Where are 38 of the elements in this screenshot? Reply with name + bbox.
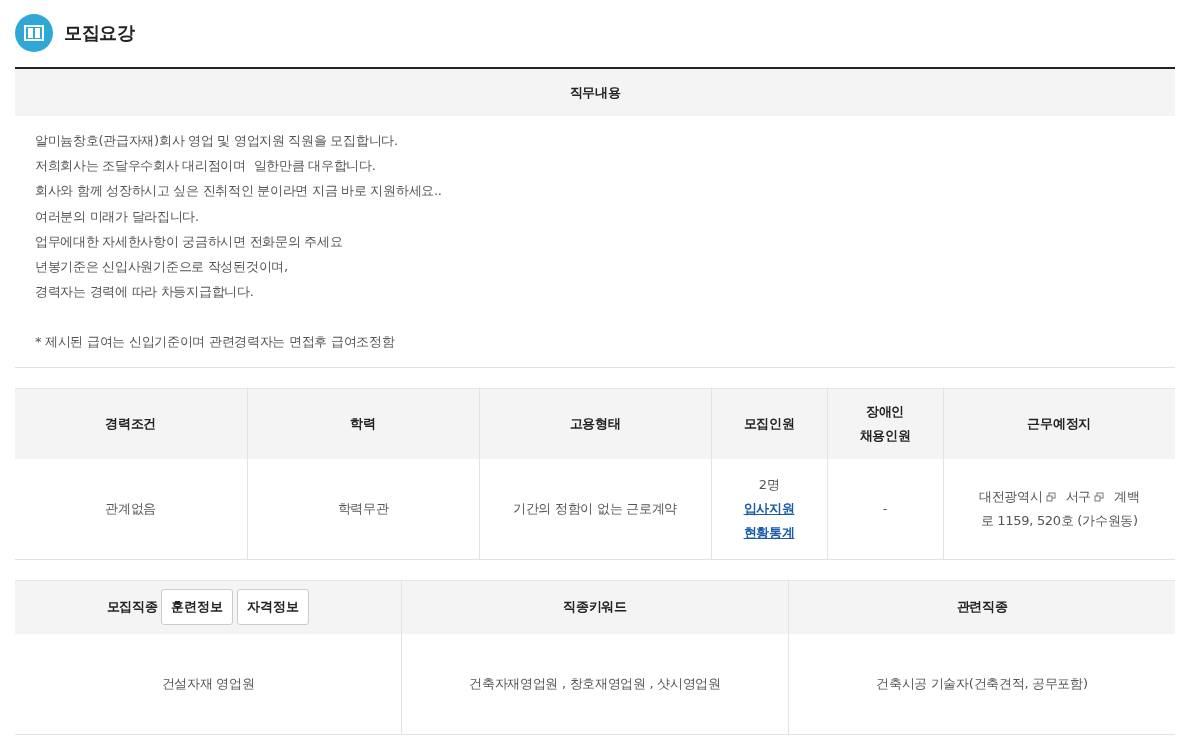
location-link[interactable]: 대전광역시 (979, 488, 1043, 504)
address-text: 계백 (1114, 488, 1140, 504)
location-link[interactable]: 서구 (1065, 488, 1091, 504)
description-text: 업무에대한 자세한사항이 궁금하시면 전화문의 주세요 (35, 232, 344, 251)
description-text: 알미늄창호(관급자재)회사 영업 및 영업지원 직원을 모집합니다. (35, 132, 399, 150)
address-text: 로 1159, 520호 (가수원동) (980, 512, 1138, 528)
table-cell: 건축자재영업원 , 창호재영업원 , 샷시영업원 (401, 633, 789, 735)
column-header: 관련직종 (956, 599, 1008, 615)
table-cell: 관계없음 (15, 458, 247, 560)
column-header: 장애인 (864, 402, 906, 421)
column-header: 직종키워드 (563, 599, 627, 615)
book-icon (15, 14, 53, 52)
description-text: 경력자는 경력에 따라 차등지급합니다. (35, 283, 255, 302)
column-header: 고용형태 (479, 388, 711, 459)
column-header: 채용인원 (858, 426, 912, 445)
info-button[interactable]: 훈련정보 (161, 589, 234, 626)
info-button[interactable]: 자격정보 (237, 589, 310, 626)
table-cell: 학력무관 (247, 458, 479, 560)
description-text: 년봉기준은 신입사원기준으로 작성된것이며, (35, 258, 289, 276)
description-text: 회사와 함께 성장하시고 싶은 진취적인 분이라면 지금 바로 지원하세요.. (35, 182, 443, 201)
table-cell: 건축시공 기술자(건축견적, 공무포함) (788, 633, 1175, 735)
table-cell: 기간의 정함이 없는 근로계약 (479, 458, 711, 560)
section-title: 모집요강 (64, 21, 135, 45)
headcount-text: 2명 (757, 475, 781, 494)
table-cell: - (827, 458, 943, 560)
table-cell: 건설자재 영업원 (15, 633, 402, 735)
note-text: * 제시된 급여는 신입기준이며 관련경력자는 면접후 급여조정함 (35, 333, 396, 352)
column-header: 경력조건 (15, 388, 247, 459)
external-link-icon (1045, 491, 1056, 502)
description-text: 저희회사는 조달우수회사 대리점이며 일한만큼 대우합니다. (35, 157, 377, 176)
external-link-icon (1094, 491, 1104, 502)
table-header: 직무내용 (15, 69, 1175, 116)
column-header: 근무예정지 (943, 388, 1175, 459)
description-text: 여러분의 미래가 달라집니다. (35, 207, 200, 226)
column-header: 학력 (247, 388, 479, 459)
application-stats-link[interactable]: 입사지원 현황통계 (736, 496, 802, 545)
column-header: 모집인원 (711, 388, 827, 459)
column-header: 모집직종 (106, 599, 158, 615)
